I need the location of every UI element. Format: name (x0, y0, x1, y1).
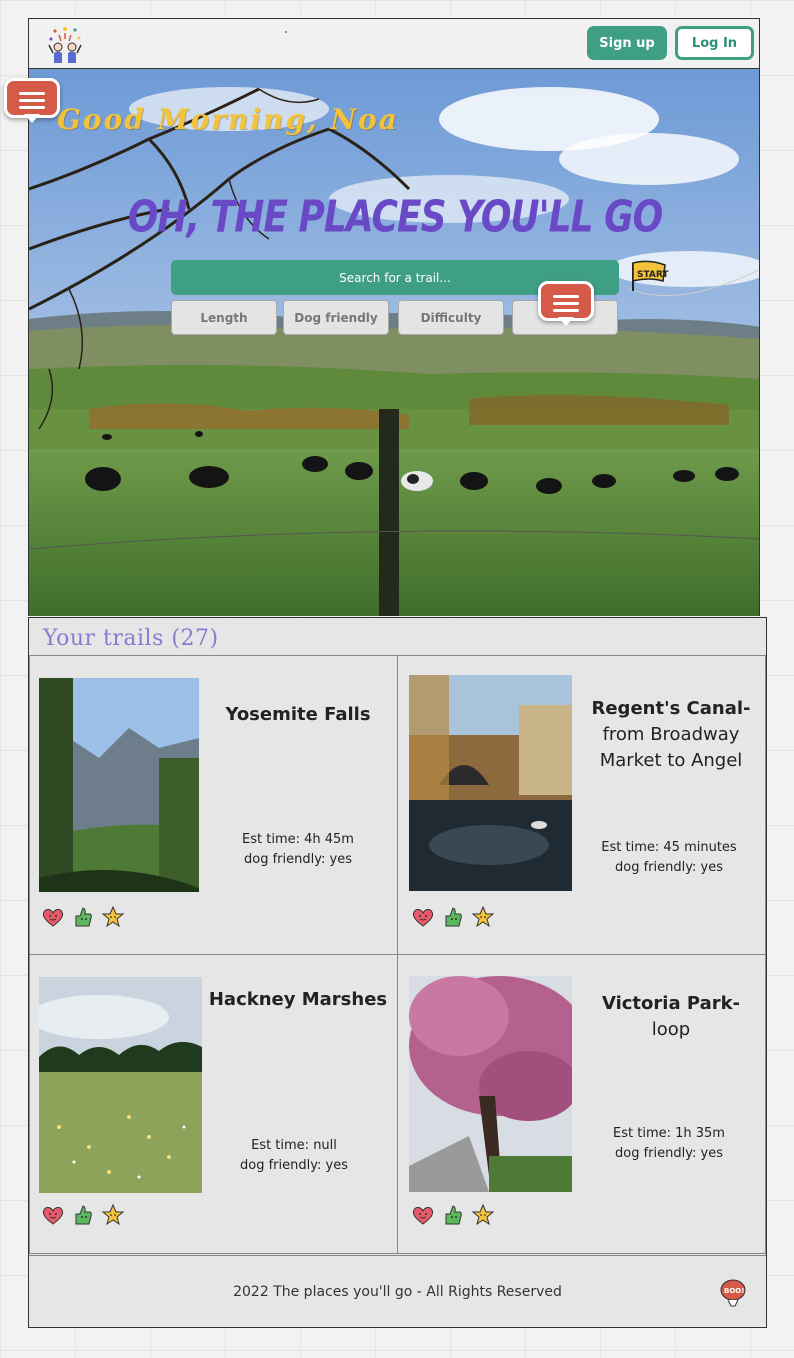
trails-heading: Your trails (27) (43, 626, 219, 651)
comment-bubble-icon[interactable] (538, 281, 594, 326)
trail-photo-yosemite (39, 678, 199, 892)
thumbs-up-icon[interactable] (71, 905, 95, 929)
filter-dog-friendly-button[interactable]: Dog friendly (283, 300, 389, 335)
badge-label: BOO! (724, 1287, 744, 1295)
trail-name: Hackney Marshes (208, 989, 388, 1010)
trail-details: Est time: null dog friendly: yes (204, 1136, 384, 1176)
reaction-bar (41, 905, 125, 929)
hero-banner: Good Morning, Noa OH, THE PLACES YOU'LL … (28, 69, 760, 616)
reaction-bar (411, 905, 495, 929)
trail-dog-friendly: dog friendly: yes (615, 1146, 723, 1161)
your-trails-section: Your trails (27) Yosemite Falls Est time… (28, 617, 767, 1328)
flag-label: START (637, 270, 669, 280)
trail-details: Est time: 1h 35m dog friendly: yes (579, 1124, 759, 1164)
boo-ghost-icon[interactable]: BOO! (719, 1278, 747, 1308)
comment-bubble-icon[interactable] (4, 78, 60, 123)
heart-face-icon[interactable] (41, 905, 65, 929)
reaction-bar (41, 1203, 125, 1227)
trail-est-time: Est time: null (251, 1138, 337, 1153)
trail-card[interactable]: Yosemite Falls Est time: 4h 45m dog frie… (29, 655, 398, 955)
log-in-button[interactable]: Log In (675, 26, 754, 60)
thumbs-up-icon[interactable] (441, 1203, 465, 1227)
heart-face-icon[interactable] (411, 1203, 435, 1227)
trail-name: Victoria Park-loop (601, 993, 741, 1040)
trail-photo-hackney-marshes (39, 977, 202, 1193)
filter-difficulty-button[interactable]: Difficulty (398, 300, 504, 335)
copyright-text: 2022 The places you'll go - All Rights R… (233, 1284, 562, 1300)
decorative-dot (285, 31, 287, 33)
heart-face-icon[interactable] (411, 905, 435, 929)
trail-photo-regents-canal (409, 675, 572, 891)
trail-name: Regent's Canal-from Broadway Market to A… (591, 698, 751, 771)
top-nav-bar: Sign up Log In (28, 18, 760, 69)
sign-up-button[interactable]: Sign up (587, 26, 667, 60)
trail-est-time: Est time: 1h 35m (613, 1126, 725, 1141)
trail-name: Yosemite Falls (225, 704, 371, 725)
trail-est-time: Est time: 45 minutes (601, 840, 737, 855)
star-face-icon[interactable] (101, 905, 125, 929)
start-flag-icon: START (632, 260, 669, 291)
star-face-icon[interactable] (471, 1203, 495, 1227)
page-headline: OH, THE PLACES YOU'LL GO (127, 192, 664, 243)
star-face-icon[interactable] (471, 905, 495, 929)
trail-photo-victoria-park (409, 976, 572, 1192)
trail-est-time: Est time: 4h 45m (242, 832, 354, 847)
trail-details: Est time: 45 minutes dog friendly: yes (579, 838, 759, 878)
trail-dog-friendly: dog friendly: yes (244, 852, 352, 867)
greeting-text: Good Morning, Noa (57, 103, 399, 136)
trail-details: Est time: 4h 45m dog friendly: yes (208, 830, 388, 870)
trail-card[interactable]: Hackney Marshes Est time: null dog frien… (29, 954, 398, 1254)
trail-card[interactable]: Victoria Park-loop Est time: 1h 35m dog … (397, 954, 766, 1254)
trail-dog-friendly: dog friendly: yes (615, 860, 723, 875)
trail-dog-friendly: dog friendly: yes (240, 1158, 348, 1173)
thumbs-up-icon[interactable] (71, 1203, 95, 1227)
confetti-people-logo-icon[interactable] (43, 23, 87, 65)
heart-face-icon[interactable] (41, 1203, 65, 1227)
page-footer: 2022 The places you'll go - All Rights R… (29, 1255, 766, 1327)
star-face-icon[interactable] (101, 1203, 125, 1227)
thumbs-up-icon[interactable] (441, 905, 465, 929)
reaction-bar (411, 1203, 495, 1227)
countryside-cows-photo (29, 69, 759, 616)
trail-card[interactable]: Regent's Canal-from Broadway Market to A… (397, 655, 766, 955)
filter-length-button[interactable]: Length (171, 300, 277, 335)
